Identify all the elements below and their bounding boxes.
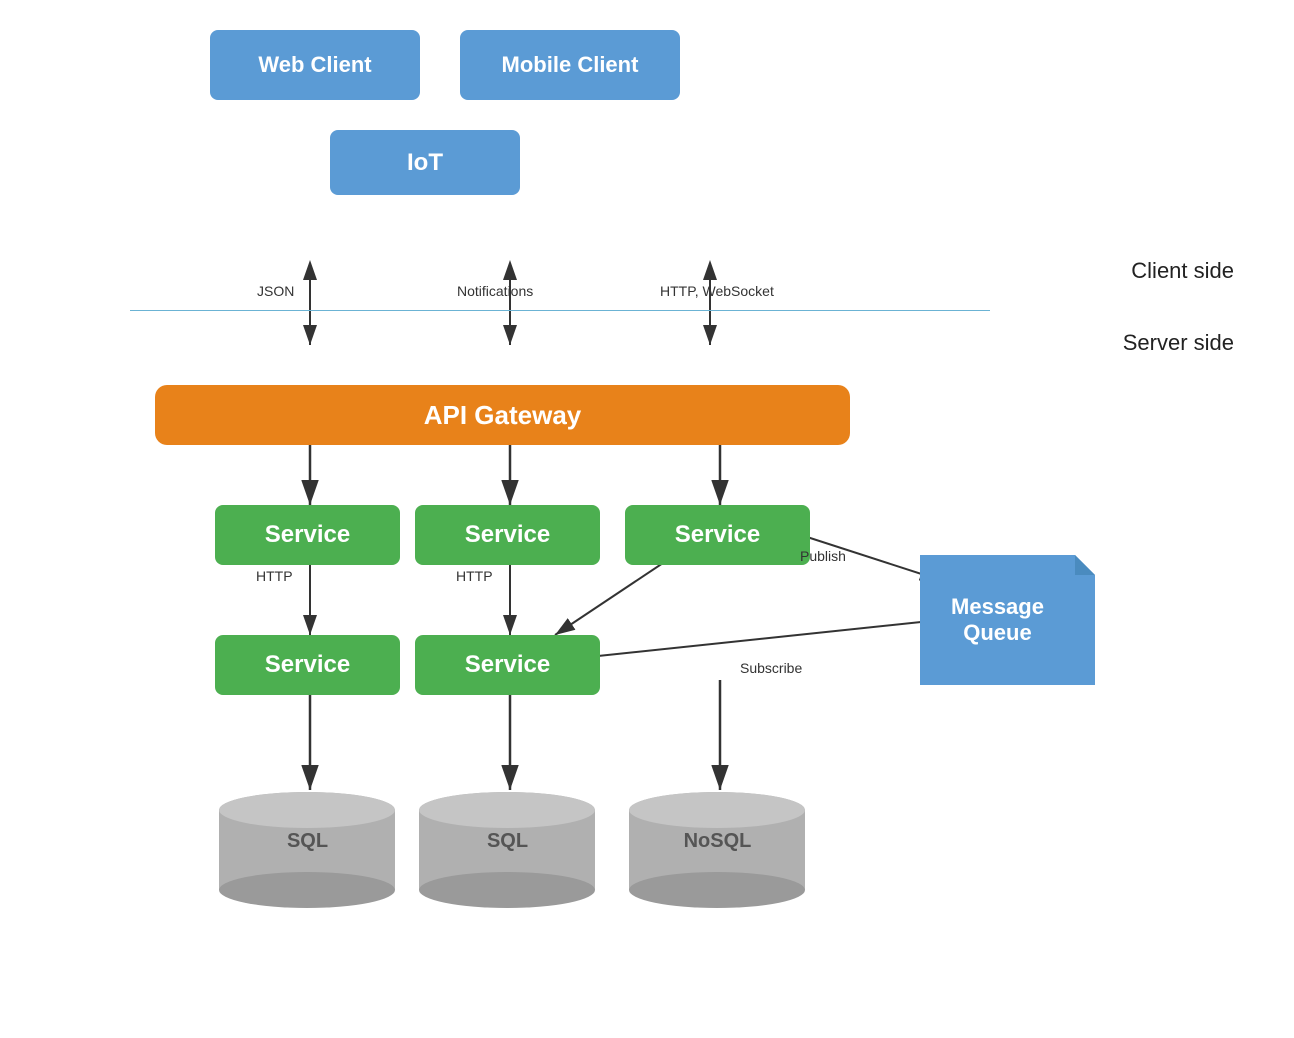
- iot-box: IoT: [330, 130, 520, 195]
- service2-box: Service: [415, 505, 600, 565]
- mobile-client-box: Mobile Client: [460, 30, 680, 100]
- sql2-label: SQL: [415, 830, 600, 853]
- sql1-label: SQL: [215, 830, 400, 853]
- sql2-cylinder: SQL: [415, 790, 600, 910]
- architecture-diagram: Web Client Mobile Client IoT Client side…: [0, 0, 1294, 1038]
- server-side-label: Server side: [1123, 330, 1234, 356]
- nosql-label: NoSQL: [625, 830, 810, 853]
- service1-box: Service: [215, 505, 400, 565]
- divider-line: [130, 310, 990, 311]
- web-client-box: Web Client: [210, 30, 420, 100]
- message-queue-label: MessageQueue: [951, 594, 1044, 647]
- service3-label: Service: [675, 521, 760, 549]
- iot-label: IoT: [407, 149, 443, 177]
- http1-label: HTTP: [256, 568, 293, 584]
- json-label: JSON: [257, 283, 294, 299]
- service5-label: Service: [465, 651, 550, 679]
- sql1-cylinder: SQL: [215, 790, 400, 910]
- service2-label: Service: [465, 521, 550, 549]
- nosql-cylinder: NoSQL: [625, 790, 810, 910]
- subscribe-label: Subscribe: [740, 660, 802, 676]
- http-websocket-label: HTTP, WebSocket: [660, 283, 774, 299]
- http2-label: HTTP: [456, 568, 493, 584]
- service1-label: Service: [265, 521, 350, 549]
- api-gateway-box: API Gateway: [155, 385, 850, 445]
- message-queue-box: MessageQueue: [920, 555, 1095, 685]
- mobile-client-label: Mobile Client: [502, 52, 639, 78]
- service3-box: Service: [625, 505, 810, 565]
- api-gateway-label: API Gateway: [424, 400, 582, 431]
- web-client-label: Web Client: [258, 52, 371, 78]
- notifications-label: Notifications: [457, 283, 533, 299]
- client-side-label: Client side: [1131, 258, 1234, 284]
- service5-box: Service: [415, 635, 600, 695]
- publish-label: Publish: [800, 548, 846, 564]
- service4-box: Service: [215, 635, 400, 695]
- service4-label: Service: [265, 651, 350, 679]
